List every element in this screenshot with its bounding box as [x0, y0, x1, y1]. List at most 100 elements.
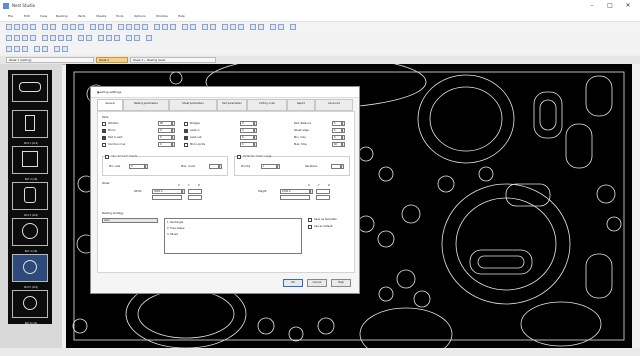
view-3d-icon[interactable] [14, 46, 20, 52]
settings-icon[interactable] [210, 24, 216, 30]
lead-out-field[interactable]: 0 [240, 135, 254, 140]
remnant-checkbox[interactable] [105, 155, 109, 159]
mirror-field[interactable]: 0 [158, 128, 172, 133]
tab-part-parameters[interactable]: Part parameters [217, 99, 247, 111]
align-right-icon[interactable] [50, 35, 56, 41]
menu-view[interactable]: View [40, 14, 47, 18]
optimize-priority-spinner[interactable] [277, 164, 280, 169]
mirror-spinner[interactable] [172, 128, 175, 133]
select-icon[interactable] [6, 35, 12, 41]
bridges-checkbox[interactable] [184, 122, 188, 126]
grid-icon[interactable] [230, 24, 236, 30]
tab-sheet-2[interactable]: Sheet 2 [96, 57, 128, 63]
maximize-button[interactable]: □ [602, 1, 618, 11]
close-window-button[interactable]: ✕ [620, 1, 636, 11]
nest-run-icon[interactable] [182, 24, 188, 30]
cancel-button[interactable]: Cancel [307, 279, 327, 287]
sheet-height-unit-field[interactable] [316, 189, 330, 194]
common-line-spinner[interactable] [172, 142, 175, 147]
undo-icon[interactable] [42, 24, 48, 30]
part-in-part-checkbox[interactable] [102, 136, 106, 140]
part-distance-spinner[interactable] [342, 121, 345, 126]
tab-cutting-order[interactable]: Cutting order [247, 99, 287, 111]
menu-nesting[interactable]: Nesting [56, 14, 67, 18]
lead-in-spinner[interactable] [254, 128, 257, 133]
part-in-part-field[interactable]: 0 [158, 135, 172, 140]
sheet-edge-field[interactable]: 5 [332, 128, 342, 133]
bridges-field[interactable]: 0 [240, 121, 254, 126]
tab-nesting-parameters[interactable]: Nesting parameters [123, 99, 169, 111]
menu-window[interactable]: Window [156, 14, 168, 18]
strategy-select[interactable]: Auto [102, 218, 158, 223]
menu-parts[interactable]: Parts [78, 14, 86, 18]
help-button[interactable]: Help [331, 279, 351, 287]
sheet-height-field[interactable]: 1500.0 [280, 189, 310, 194]
sheet-prev-icon[interactable] [54, 46, 60, 52]
sheet-width-unit-field-2[interactable] [188, 195, 202, 200]
zoom-fit-icon[interactable] [106, 24, 112, 30]
menu-file[interactable]: File [8, 14, 13, 18]
list-item[interactable]: 2. Free shape [167, 227, 184, 230]
save-icon[interactable] [22, 24, 28, 30]
remnant-min-size-spinner[interactable] [145, 164, 148, 169]
sheet-height-field-2[interactable] [280, 195, 310, 200]
part-thumbnail[interactable]: Part 5 (x10) [12, 254, 48, 289]
view-2d-icon[interactable] [6, 46, 12, 52]
measure-icon[interactable] [250, 24, 256, 30]
min-hole-spinner[interactable] [342, 135, 345, 140]
lead-out-spinner[interactable] [254, 135, 257, 140]
part-thumbnail[interactable]: Part 6 (x4) [12, 290, 48, 325]
move-icon[interactable] [170, 24, 176, 30]
import-icon[interactable] [278, 24, 284, 30]
layer-icon[interactable] [222, 24, 228, 30]
micro-joints-checkbox[interactable] [184, 143, 188, 147]
part-distance-field[interactable]: 5 [332, 121, 342, 126]
menu-options[interactable]: Options [134, 14, 146, 18]
bridges-spinner[interactable] [254, 121, 257, 126]
sheet-height-unit-field-2[interactable] [316, 195, 330, 200]
filter-icon[interactable] [42, 46, 48, 52]
min-hole-field[interactable]: 0 [332, 135, 342, 140]
align-left-icon[interactable] [42, 35, 48, 41]
max-time-spinner[interactable] [342, 142, 345, 147]
mirror-icon[interactable] [162, 24, 168, 30]
align-bottom-icon[interactable] [66, 35, 72, 41]
nest-stop-icon[interactable] [190, 24, 196, 30]
mirror-checkbox[interactable] [102, 129, 106, 133]
simulate-icon[interactable] [134, 35, 140, 41]
dialog-close-icon[interactable]: ✕ [97, 90, 356, 96]
sheet-list-icon[interactable] [30, 35, 36, 41]
remnant-max-count-spinner[interactable] [219, 164, 222, 169]
part-in-part-spinner[interactable] [172, 135, 175, 140]
group-icon[interactable] [78, 35, 84, 41]
menu-sheets[interactable]: Sheets [96, 14, 106, 18]
draw-rect-icon[interactable] [142, 24, 148, 30]
pan-icon[interactable] [14, 35, 20, 41]
new-file-icon[interactable] [6, 24, 12, 30]
sheet-width-unit-field[interactable] [188, 189, 202, 194]
remnant-min-size-field[interactable]: 0 [129, 164, 145, 169]
draw-line-icon[interactable] [118, 24, 124, 30]
sheet-height-spinner[interactable] [310, 189, 313, 194]
sheet-width-field-2[interactable] [152, 195, 182, 200]
vertical-scrollbar[interactable] [632, 64, 640, 348]
menu-tools[interactable]: Tools [116, 14, 123, 18]
paste-icon[interactable] [78, 24, 84, 30]
part-thumbnail[interactable]: Part 4 (x6) [12, 218, 48, 253]
cut-icon[interactable] [62, 24, 68, 30]
common-line-field[interactable]: 0 [158, 142, 172, 147]
copy-icon[interactable] [70, 24, 76, 30]
use-default-checkbox[interactable] [308, 225, 312, 229]
open-file-icon[interactable] [14, 24, 20, 30]
report-icon[interactable] [202, 24, 208, 30]
ungroup-icon[interactable] [86, 35, 92, 41]
rotation-spinner[interactable] [172, 121, 175, 126]
optimize-priority-field[interactable]: 1 [261, 164, 277, 169]
list-item[interactable]: 3. Mixed [167, 233, 178, 236]
sheet-edge-spinner[interactable] [342, 128, 345, 133]
micro-joints-spinner[interactable] [254, 142, 257, 147]
lead-in-checkbox[interactable] [184, 129, 188, 133]
rotation-field[interactable]: 90 [158, 121, 172, 126]
micro-joints-field[interactable]: 0 [240, 142, 254, 147]
nc-code-icon[interactable] [146, 35, 152, 41]
